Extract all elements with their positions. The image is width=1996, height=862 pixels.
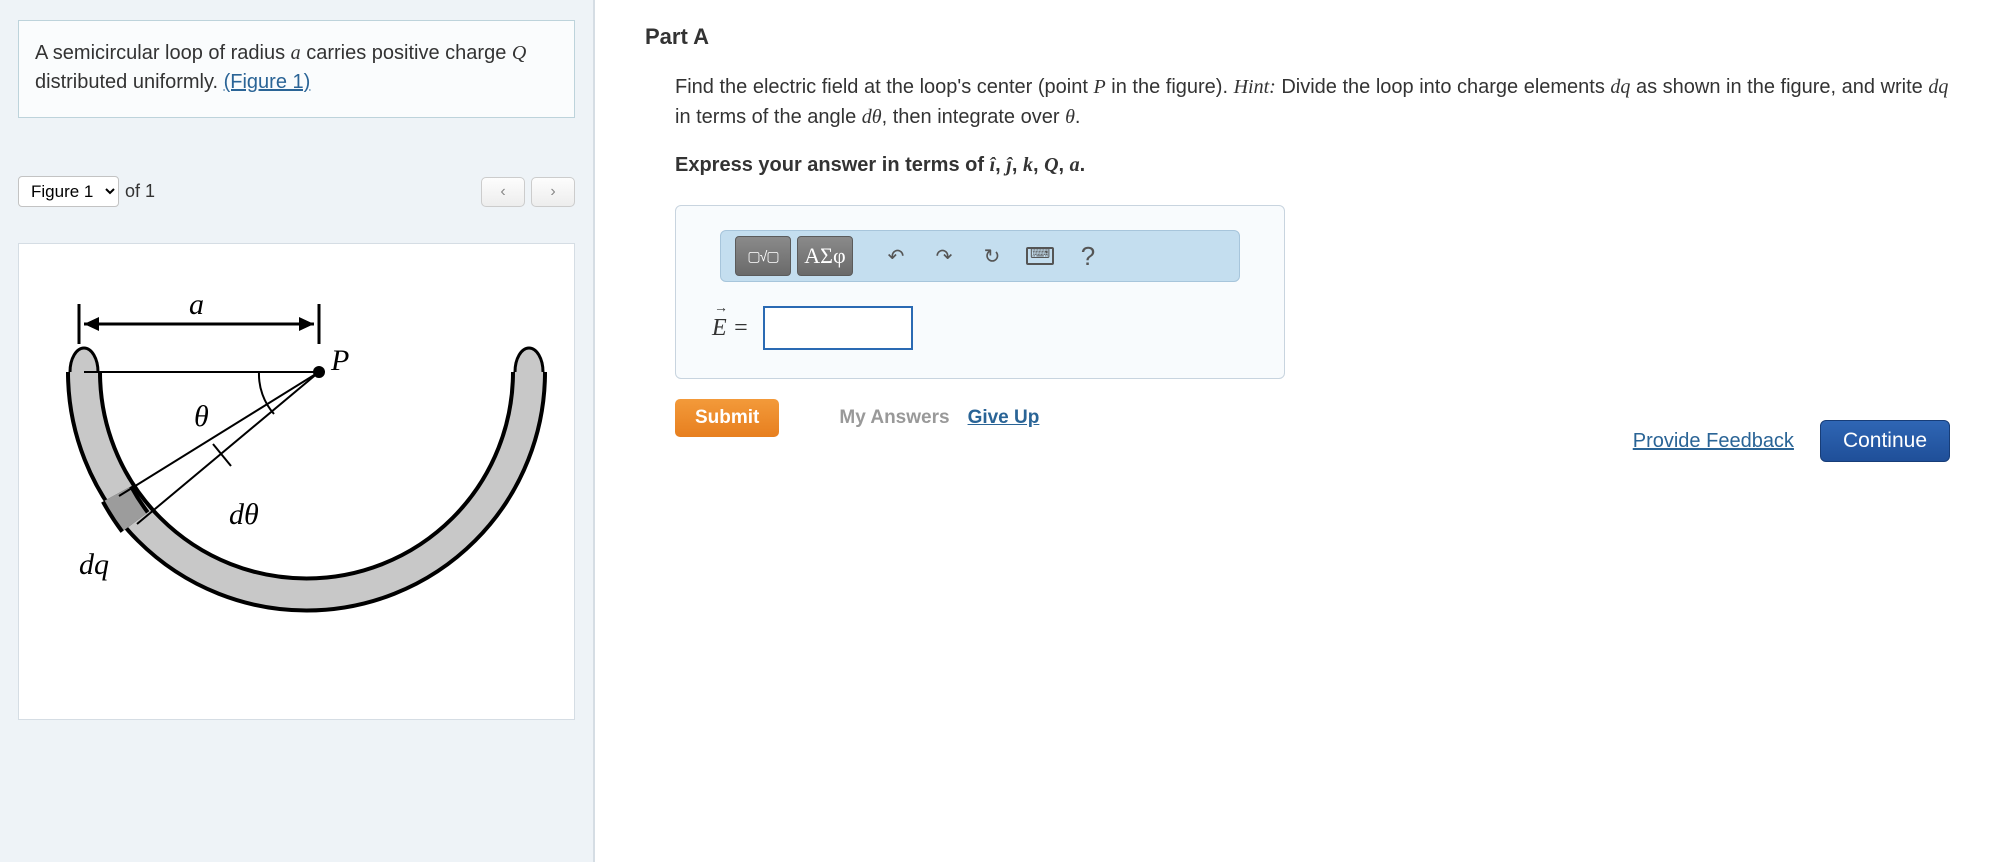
my-answers-link[interactable]: My Answers xyxy=(839,407,949,429)
give-up-link[interactable]: Give Up xyxy=(968,407,1040,429)
formula-toolbar: ▢√▢ ΑΣφ ↶ ↷ ↻ ? xyxy=(720,230,1240,282)
a-label: a xyxy=(189,288,204,321)
figure-area: a P θ xyxy=(18,243,575,720)
dq-label: dq xyxy=(79,548,109,581)
answer-input[interactable] xyxy=(763,306,913,350)
prev-figure-button[interactable]: ‹ xyxy=(481,177,525,207)
answer-panel: ▢√▢ ΑΣφ ↶ ↷ ↻ ? E = xyxy=(675,205,1285,379)
figure-count-label: of 1 xyxy=(125,181,155,202)
semicircle-diagram: a P θ xyxy=(29,264,569,704)
theta-label: θ xyxy=(194,400,209,433)
help-button[interactable]: ? xyxy=(1065,236,1111,276)
submit-button[interactable]: Submit xyxy=(675,399,779,437)
keyboard-button[interactable] xyxy=(1017,236,1063,276)
figure-nav-buttons: ‹ › xyxy=(481,177,575,207)
figure-dropdown[interactable]: Figure 1 xyxy=(18,176,119,207)
figure-link[interactable]: (Figure 1) xyxy=(224,71,311,93)
express-instructions: Express your answer in terms of î, ĵ, k,… xyxy=(675,154,1956,177)
redo-button[interactable]: ↷ xyxy=(921,236,967,276)
e-vector-label: E = xyxy=(712,315,749,342)
footer-row: Provide Feedback Continue xyxy=(1633,420,1950,462)
figure-nav-bar: Figure 1 of 1 ‹ › xyxy=(18,176,575,207)
greek-button[interactable]: ΑΣφ xyxy=(797,236,853,276)
keyboard-icon xyxy=(1026,247,1054,265)
p-label: P xyxy=(330,344,349,377)
figure-selector: Figure 1 of 1 xyxy=(18,176,155,207)
dtheta-label: dθ xyxy=(229,498,259,531)
provide-feedback-link[interactable]: Provide Feedback xyxy=(1633,430,1794,453)
part-title: Part A xyxy=(645,24,1956,50)
problem-statement: A semicircular loop of radius a carries … xyxy=(18,20,575,118)
reset-button[interactable]: ↻ xyxy=(969,236,1015,276)
next-figure-button[interactable]: › xyxy=(531,177,575,207)
answer-row: E = xyxy=(712,306,1284,350)
question-text: Find the electric field at the loop's ce… xyxy=(675,72,1956,132)
templates-button[interactable]: ▢√▢ xyxy=(735,236,791,276)
continue-button[interactable]: Continue xyxy=(1820,420,1950,462)
undo-button[interactable]: ↶ xyxy=(873,236,919,276)
left-panel: A semicircular loop of radius a carries … xyxy=(0,0,595,862)
right-panel: Part A Find the electric field at the lo… xyxy=(595,0,1996,862)
